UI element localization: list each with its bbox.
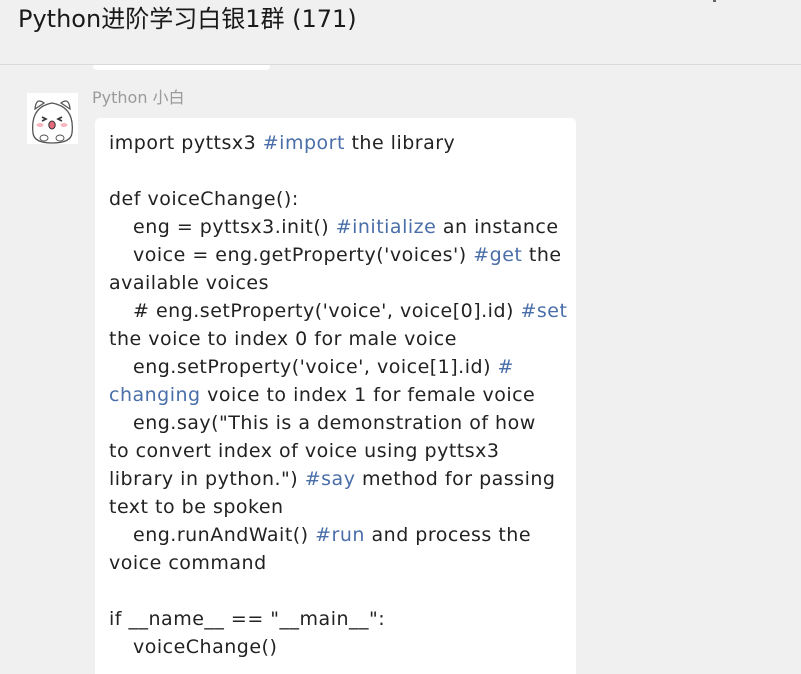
- message-line: if __name__ == "__main__":: [109, 605, 562, 633]
- message-line: text to be spoken: [109, 493, 562, 521]
- hashtag-link[interactable]: #say: [305, 468, 356, 490]
- message-line: eng.setProperty('voice', voice[1].id) #: [109, 353, 562, 381]
- message-line: the voice to index 0 for male voice: [109, 325, 562, 353]
- header-edge-mark: [713, 0, 716, 2]
- message-line: def voiceChange():: [109, 185, 562, 213]
- message-text-segment: voiceChange(): [133, 636, 278, 658]
- message-text-segment: method for passing: [355, 468, 556, 490]
- hashtag-link[interactable]: #run: [315, 524, 365, 546]
- message-text-segment: an instance: [436, 216, 559, 238]
- message-text: import pyttsx3 #import the library def vo…: [109, 129, 567, 661]
- message-line: to convert index of voice using pyttsx3: [109, 437, 562, 465]
- group-title: Python进阶学习白银1群 (171): [18, 5, 357, 33]
- message-line: # eng.setProperty('voice', voice[0].id) …: [109, 297, 567, 325]
- previous-message-bubble: [93, 65, 270, 70]
- hashtag-link[interactable]: changing: [109, 384, 201, 406]
- message-text-segment: eng.runAndWait(): [133, 524, 316, 546]
- hashtag-link[interactable]: #get: [473, 244, 522, 266]
- message-line: voiceChange(): [109, 633, 562, 661]
- message-text-segment: voice to index 1 for female voice: [200, 384, 536, 406]
- message-text-segment: # eng.setProperty('voice', voice[0].id): [133, 300, 521, 322]
- message-line: voice command: [109, 549, 562, 577]
- message-text-segment: eng = pyttsx3.init(): [133, 216, 336, 238]
- message-line: library in python.") #say method for pas…: [109, 465, 562, 493]
- message-text-segment: eng.say("This is a demonstration of how: [133, 412, 536, 434]
- message-text-segment: and process the: [364, 524, 532, 546]
- sender-name: Python 小白: [92, 88, 185, 107]
- message-line: changing voice to index 1 for female voi…: [109, 381, 562, 409]
- message-text-segment: text to be spoken: [109, 496, 284, 518]
- chat-header: Python进阶学习白银1群 (171): [0, 0, 801, 65]
- message-text-segment: if __name__ == "__main__":: [109, 608, 386, 630]
- message-text-segment: library in python."): [109, 468, 305, 490]
- message-text-segment: to convert index of voice using pyttsx3: [109, 440, 500, 462]
- message-text-segment: def voiceChange():: [109, 188, 299, 210]
- cat-avatar-icon: [27, 93, 78, 144]
- message-line: eng = pyttsx3.init() #initialize an inst…: [109, 213, 562, 241]
- message-text-segment: the: [522, 244, 562, 266]
- message-text-segment: available voices: [109, 272, 269, 294]
- message-text-segment: voice command: [109, 552, 267, 574]
- hashtag-link[interactable]: #: [498, 356, 514, 378]
- avatar[interactable]: [27, 93, 78, 144]
- message-bubble[interactable]: import pyttsx3 #import the library def vo…: [95, 118, 576, 674]
- message-text-segment: the library: [344, 132, 456, 154]
- message-line: eng.runAndWait() #run and process the: [109, 521, 562, 549]
- chat-window: Python进阶学习白银1群 (171) Python 小白 import py…: [0, 0, 801, 674]
- hashtag-link[interactable]: #initialize: [336, 216, 437, 238]
- message-line: import pyttsx3 #import the library: [109, 129, 562, 157]
- message-text-segment: eng.setProperty('voice', voice[1].id): [133, 356, 498, 378]
- hashtag-link[interactable]: #import: [263, 132, 345, 154]
- message-text-segment: voice = eng.getProperty('voices'): [133, 244, 474, 266]
- message-line: eng.say("This is a demonstration of how: [109, 409, 562, 437]
- hashtag-link[interactable]: #set: [520, 300, 567, 322]
- message-text-segment: import pyttsx3: [109, 132, 263, 154]
- message-line: voice = eng.getProperty('voices') #get t…: [109, 241, 562, 269]
- message-text-segment: the voice to index 0 for male voice: [109, 328, 457, 350]
- message-line: available voices: [109, 269, 562, 297]
